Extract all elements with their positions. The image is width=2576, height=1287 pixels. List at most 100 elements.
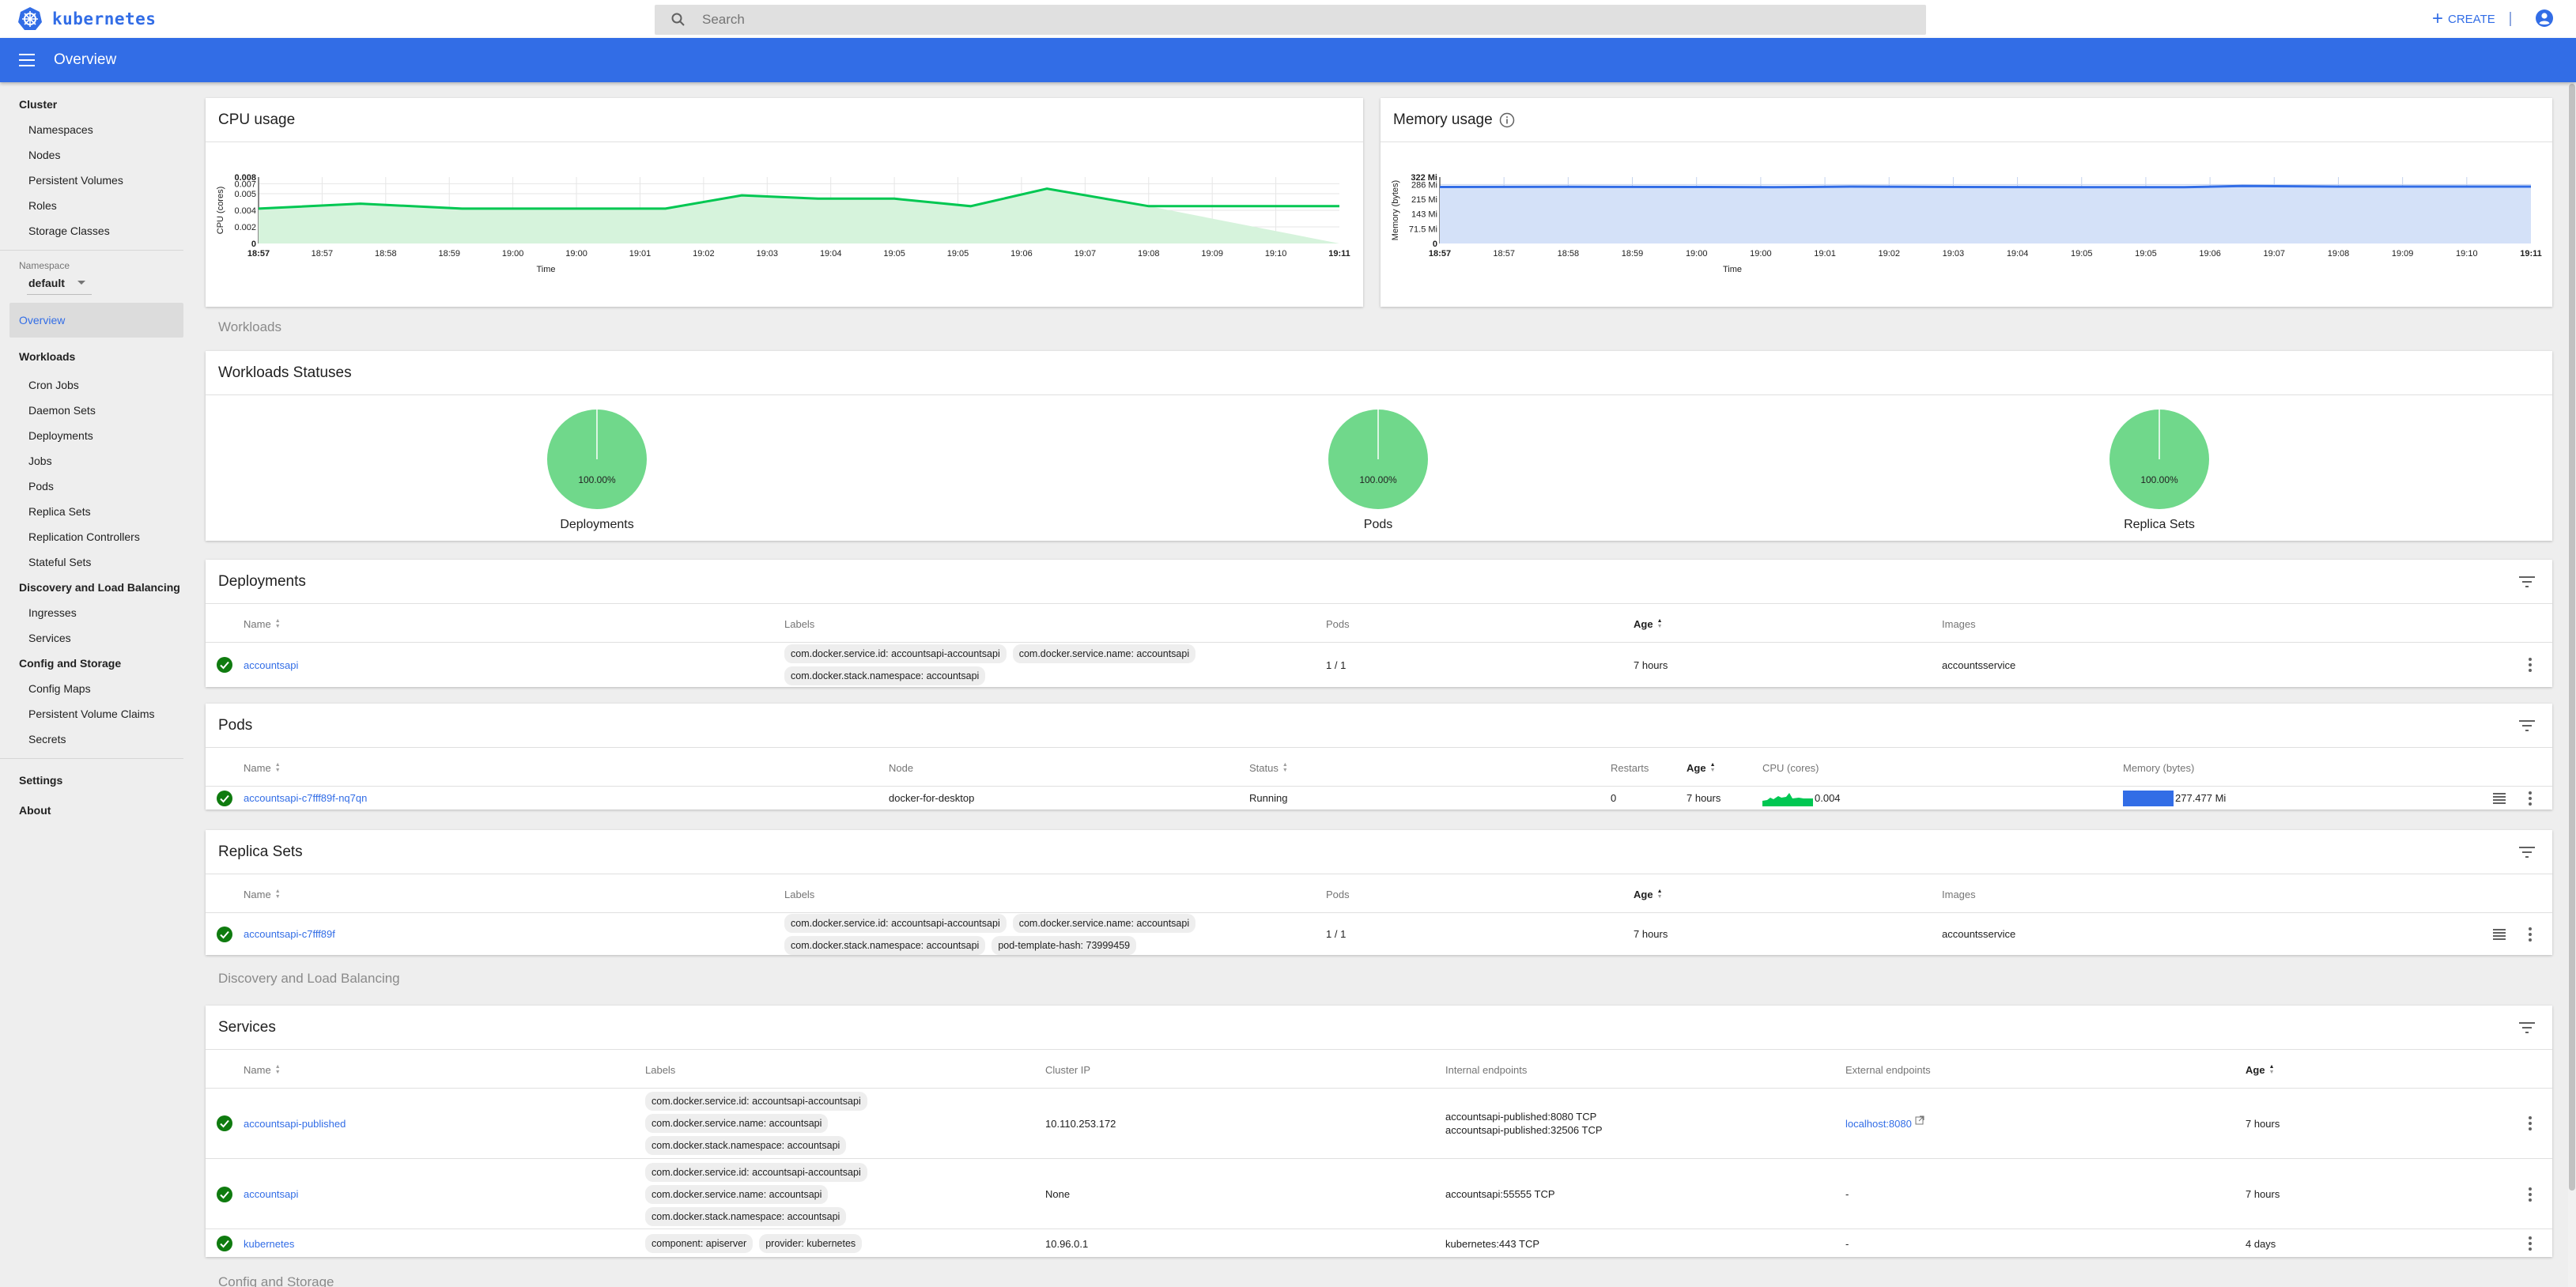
more-actions-button[interactable] bbox=[2529, 913, 2532, 955]
logs-button[interactable] bbox=[2493, 787, 2506, 810]
x-tick-label: 19:04 bbox=[2007, 249, 2029, 259]
column-label: Pods bbox=[1326, 888, 1350, 900]
x-tick-label: 18:59 bbox=[438, 249, 460, 259]
column-label: Age bbox=[1634, 888, 1653, 900]
logo[interactable]: kubernetes bbox=[17, 6, 156, 32]
sidebar-item-services[interactable]: Services bbox=[0, 625, 183, 651]
filter-icon[interactable] bbox=[2519, 719, 2535, 732]
page-title: Overview bbox=[54, 51, 117, 68]
table-row: accountsapi-c7fff89f com.docker.service.… bbox=[206, 913, 2552, 955]
table-row: kubernetes component: apiserver provider… bbox=[206, 1230, 2552, 1257]
more-vert-icon bbox=[2529, 658, 2532, 672]
y-tick-label: 71.5 Mi bbox=[1409, 225, 1437, 234]
open-in-new-icon[interactable] bbox=[1915, 1115, 1924, 1125]
column-header-age[interactable]: Age ▲ ▼ bbox=[1634, 605, 1663, 643]
x-tick-label: 19:08 bbox=[2328, 249, 2350, 259]
sidebar-section-config[interactable]: Config and Storage bbox=[0, 651, 183, 676]
x-axis-label: Time bbox=[1723, 265, 1742, 274]
column-header-name[interactable]: Name ▲ ▼ bbox=[244, 1051, 281, 1089]
sidebar-section-discovery[interactable]: Discovery and Load Balancing bbox=[0, 575, 183, 600]
info-icon[interactable] bbox=[1499, 112, 1515, 128]
filter-icon[interactable] bbox=[2519, 576, 2535, 588]
sidebar-divider bbox=[0, 250, 183, 251]
account-icon[interactable] bbox=[2535, 9, 2554, 28]
menu-icon[interactable] bbox=[19, 54, 35, 66]
logs-icon bbox=[2493, 792, 2506, 804]
page-scrollbar[interactable] bbox=[2568, 82, 2576, 1287]
pod-name-link[interactable]: accountsapi-c7fff89f-nq7qn bbox=[244, 787, 367, 810]
title-bar: Overview bbox=[0, 38, 2576, 82]
sidebar-item-stateful-sets[interactable]: Stateful Sets bbox=[0, 549, 183, 575]
workloads-section-heading: Workloads bbox=[218, 319, 281, 334]
more-vert-icon bbox=[2529, 791, 2532, 806]
search-input[interactable] bbox=[702, 12, 1809, 28]
sidebar-item-about[interactable]: About bbox=[0, 795, 183, 825]
column-label: Memory (bytes) bbox=[2123, 761, 2195, 774]
y-tick-label: 0.008 bbox=[234, 173, 256, 183]
sidebar-item-replica-sets[interactable]: Replica Sets bbox=[0, 499, 183, 524]
sidebar-item-storage-classes[interactable]: Storage Classes bbox=[0, 218, 183, 243]
search-bar[interactable] bbox=[655, 5, 1926, 35]
sidebar-item-ingresses[interactable]: Ingresses bbox=[0, 600, 183, 625]
sidebar-item-persistent-volume-claims[interactable]: Persistent Volume Claims bbox=[0, 701, 183, 727]
x-tick-label: 19:02 bbox=[1878, 249, 1900, 259]
logs-button[interactable] bbox=[2493, 913, 2506, 955]
filter-icon[interactable] bbox=[2519, 1021, 2535, 1034]
filter-icon[interactable] bbox=[2519, 846, 2535, 859]
column-header-name[interactable]: Name ▲ ▼ bbox=[244, 605, 281, 643]
sidebar-item-persistent-volumes[interactable]: Persistent Volumes bbox=[0, 168, 183, 193]
service-name-link[interactable]: kubernetes bbox=[244, 1230, 294, 1257]
sort-icon: ▲ ▼ bbox=[1656, 889, 1663, 900]
external-endpoint-link[interactable]: localhost:8080 bbox=[1845, 1118, 1912, 1130]
more-actions-button[interactable] bbox=[2529, 643, 2532, 687]
create-button[interactable]: + CREATE bbox=[2432, 8, 2495, 30]
column-header-age[interactable]: Age ▲ ▼ bbox=[1686, 749, 1716, 787]
more-vert-icon bbox=[2529, 1116, 2532, 1130]
label-chip: com.docker.service.name: accountsapi bbox=[1012, 913, 1196, 933]
column-header-node: Node bbox=[889, 749, 913, 787]
label-chip: com.docker.service.id: accountsapi-accou… bbox=[784, 913, 1007, 933]
y-tick-label: 322 Mi bbox=[1411, 173, 1437, 183]
pods-cell: 1 / 1 bbox=[1326, 928, 1347, 940]
sidebar-item-config-maps[interactable]: Config Maps bbox=[0, 676, 183, 701]
sidebar-item-cron-jobs[interactable]: Cron Jobs bbox=[0, 372, 183, 398]
sidebar-item-daemon-sets[interactable]: Daemon Sets bbox=[0, 398, 183, 423]
sidebar-item-secrets[interactable]: Secrets bbox=[0, 727, 183, 752]
namespace-select[interactable]: default bbox=[27, 271, 92, 295]
sidebar-section-workloads[interactable]: Workloads bbox=[0, 341, 183, 372]
scrollbar-thumb[interactable] bbox=[2569, 84, 2575, 1191]
sidebar-item-settings[interactable]: Settings bbox=[0, 765, 183, 795]
sidebar-item-roles[interactable]: Roles bbox=[0, 193, 183, 218]
more-actions-button[interactable] bbox=[2529, 1230, 2532, 1257]
column-header-status[interactable]: Status ▲ ▼ bbox=[1249, 749, 1288, 787]
service-name-link[interactable]: accountsapi bbox=[244, 1160, 298, 1228]
column-header-age[interactable]: Age ▲ ▼ bbox=[1634, 875, 1663, 913]
x-tick-label: 19:08 bbox=[1138, 249, 1160, 259]
table-row: accountsapi com.docker.service.id: accou… bbox=[206, 643, 2552, 687]
more-actions-button[interactable] bbox=[2529, 787, 2532, 810]
sidebar-item-overview[interactable]: Overview bbox=[9, 303, 183, 338]
column-header-name[interactable]: Name ▲ ▼ bbox=[244, 749, 281, 787]
sidebar-item-pods[interactable]: Pods bbox=[0, 474, 183, 499]
sidebar-item-nodes[interactable]: Nodes bbox=[0, 142, 183, 168]
label-chips: com.docker.service.id: accountsapi-accou… bbox=[645, 1162, 867, 1226]
sidebar-item-jobs[interactable]: Jobs bbox=[0, 448, 183, 474]
more-actions-button[interactable] bbox=[2529, 1160, 2532, 1228]
sidebar-item-replication-controllers[interactable]: Replication Controllers bbox=[0, 524, 183, 549]
top-bar: kubernetes + CREATE bbox=[0, 0, 2576, 38]
column-label: Age bbox=[2246, 1063, 2265, 1076]
deployment-name-link[interactable]: accountsapi bbox=[244, 643, 298, 687]
column-header-age[interactable]: Age ▲ ▼ bbox=[2246, 1051, 2275, 1089]
more-actions-button[interactable] bbox=[2529, 1089, 2532, 1158]
sidebar-item-deployments[interactable]: Deployments bbox=[0, 423, 183, 448]
sidebar-section-cluster[interactable]: Cluster bbox=[0, 92, 183, 117]
replica-set-name-link[interactable]: accountsapi-c7fff89f bbox=[244, 913, 335, 955]
x-tick-label: 19:09 bbox=[2392, 249, 2414, 259]
sort-icon: ▲ ▼ bbox=[274, 1064, 281, 1075]
column-header-name[interactable]: Name ▲ ▼ bbox=[244, 875, 281, 913]
service-name-link[interactable]: accountsapi-published bbox=[244, 1089, 346, 1158]
cluster-ip-cell: 10.110.253.172 bbox=[1045, 1117, 1116, 1130]
x-tick-label: 19:10 bbox=[1265, 249, 1287, 259]
sidebar: Cluster Namespaces Nodes Persistent Volu… bbox=[0, 82, 183, 1287]
sidebar-item-namespaces[interactable]: Namespaces bbox=[0, 117, 183, 142]
